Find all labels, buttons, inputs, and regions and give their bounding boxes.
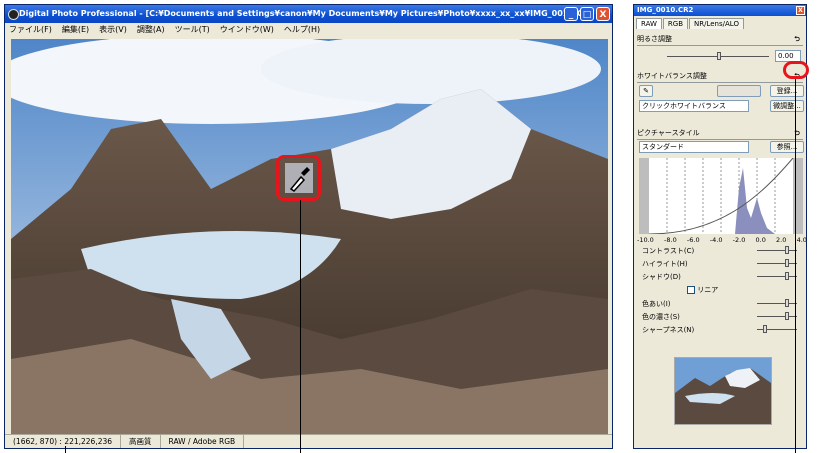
saturation-label: 色の濃さ(S): [642, 313, 680, 321]
shadow-label: シャドウ(D): [642, 273, 681, 281]
wb-fine-tune-button[interactable]: 微調整...: [770, 100, 804, 112]
maximize-button[interactable]: □: [580, 7, 594, 21]
wb-undo-callout: [783, 61, 809, 79]
tab-raw[interactable]: RAW: [636, 18, 662, 29]
linear-checkbox-row[interactable]: リニア: [687, 285, 718, 295]
tab-nr-lens-alo[interactable]: NR/Lens/ALO: [689, 18, 744, 29]
picture-style-browse-button[interactable]: 参照...: [770, 141, 804, 153]
brightness-section: 明るさ調整 ⮌ 0.00: [637, 34, 803, 64]
callout-leader-line: [300, 200, 301, 453]
minimize-button[interactable]: _: [564, 7, 578, 21]
status-coords: (1662, 870) : 221,226,236: [5, 435, 122, 448]
window-title: Digital Photo Professional - [C:¥Documen…: [19, 9, 606, 18]
mountain-photo: [11, 39, 608, 437]
white-balance-section: ホワイトバランス調整 ⮌ ✎ 登録... クリックホワイトバランス 微調整...: [637, 71, 804, 117]
status-leader-line: [65, 446, 66, 453]
linear-checkbox[interactable]: [687, 286, 695, 294]
status-bar: (1662, 870) : 221,226,236 高画質 RAW / Adob…: [5, 434, 612, 448]
thumbnail-photo: [675, 358, 771, 424]
app-icon: [8, 9, 19, 20]
title-bar: Digital Photo Professional - [C:¥Documen…: [5, 5, 612, 23]
brightness-undo-icon[interactable]: ⮌: [791, 34, 803, 45]
main-window: Digital Photo Professional - [C:¥Documen…: [4, 4, 613, 449]
palette-title: IMG_0010.CR2: [637, 6, 694, 14]
picture-style-select[interactable]: スタンダード: [639, 141, 749, 153]
wb-preset-select[interactable]: クリックホワイトバランス: [639, 100, 749, 112]
contrast-label: コントラスト(C): [642, 247, 695, 255]
tool-palette: IMG_0010.CR2 X RAW RGB NR/Lens/ALO 明るさ調整…: [633, 4, 807, 449]
wb-eyedropper-icon[interactable]: ✎: [639, 85, 653, 97]
menu-adjust[interactable]: 調整(A): [137, 23, 165, 37]
highlight-label: ハイライト(H): [642, 260, 688, 268]
shadow-slider[interactable]: [757, 276, 797, 277]
status-format: RAW / Adobe RGB: [161, 435, 245, 448]
tab-rgb[interactable]: RGB: [662, 18, 689, 29]
menu-window[interactable]: ウインドウ(W): [220, 23, 274, 37]
highlight-knob[interactable]: [785, 259, 789, 267]
picture-style-undo-icon[interactable]: ⮌: [791, 128, 803, 139]
palette-tabs: RAW RGB NR/Lens/ALO: [634, 16, 806, 29]
wb-preset-slots[interactable]: [717, 85, 761, 97]
eyedropper-icon: [285, 163, 313, 193]
linear-label: リニア: [697, 286, 719, 294]
saturation-slider[interactable]: [757, 316, 797, 317]
menu-tools[interactable]: ツール(T): [175, 23, 210, 37]
color-tone-label: 色あい(I): [642, 300, 671, 308]
palette-close-button[interactable]: X: [796, 6, 805, 15]
menu-view[interactable]: 表示(V): [99, 23, 127, 37]
close-button[interactable]: X: [596, 7, 610, 21]
menu-bar: ファイル(F) 編集(E) 表示(V) 調整(A) ツール(T) ウインドウ(W…: [5, 23, 612, 37]
menu-help[interactable]: ヘルプ(H): [284, 23, 320, 37]
contrast-knob[interactable]: [785, 246, 789, 254]
highlight-slider[interactable]: [757, 263, 797, 264]
color-tone-slider[interactable]: [757, 303, 797, 304]
sharpness-knob[interactable]: [763, 325, 767, 333]
menu-edit[interactable]: 編集(E): [62, 23, 89, 37]
palette-leader-line: [795, 79, 796, 453]
white-balance-label: ホワイトバランス調整: [637, 72, 707, 80]
color-tone-knob[interactable]: [785, 299, 789, 307]
tone-curve-histogram[interactable]: [639, 158, 803, 234]
menu-file[interactable]: ファイル(F): [9, 23, 52, 37]
status-quality: 高画質: [121, 435, 161, 448]
wb-register-button[interactable]: 登録...: [770, 85, 804, 97]
contrast-slider[interactable]: [757, 250, 797, 251]
shadow-knob[interactable]: [785, 272, 789, 280]
palette-title-bar: IMG_0010.CR2 X: [634, 5, 806, 16]
saturation-knob[interactable]: [785, 312, 789, 320]
picture-style-label: ピクチャースタイル: [637, 129, 700, 137]
sharpness-label: シャープネス(N): [642, 326, 695, 334]
brightness-slider-knob[interactable]: [717, 52, 721, 60]
navigator-thumbnail[interactable]: [674, 357, 772, 425]
brightness-label: 明るさ調整: [637, 35, 672, 43]
histogram-tick-labels: -10.0 -8.0 -6.0 -4.0 -2.0 0.0 2.0 4.0: [637, 236, 807, 244]
photo-canvas[interactable]: [11, 39, 608, 437]
